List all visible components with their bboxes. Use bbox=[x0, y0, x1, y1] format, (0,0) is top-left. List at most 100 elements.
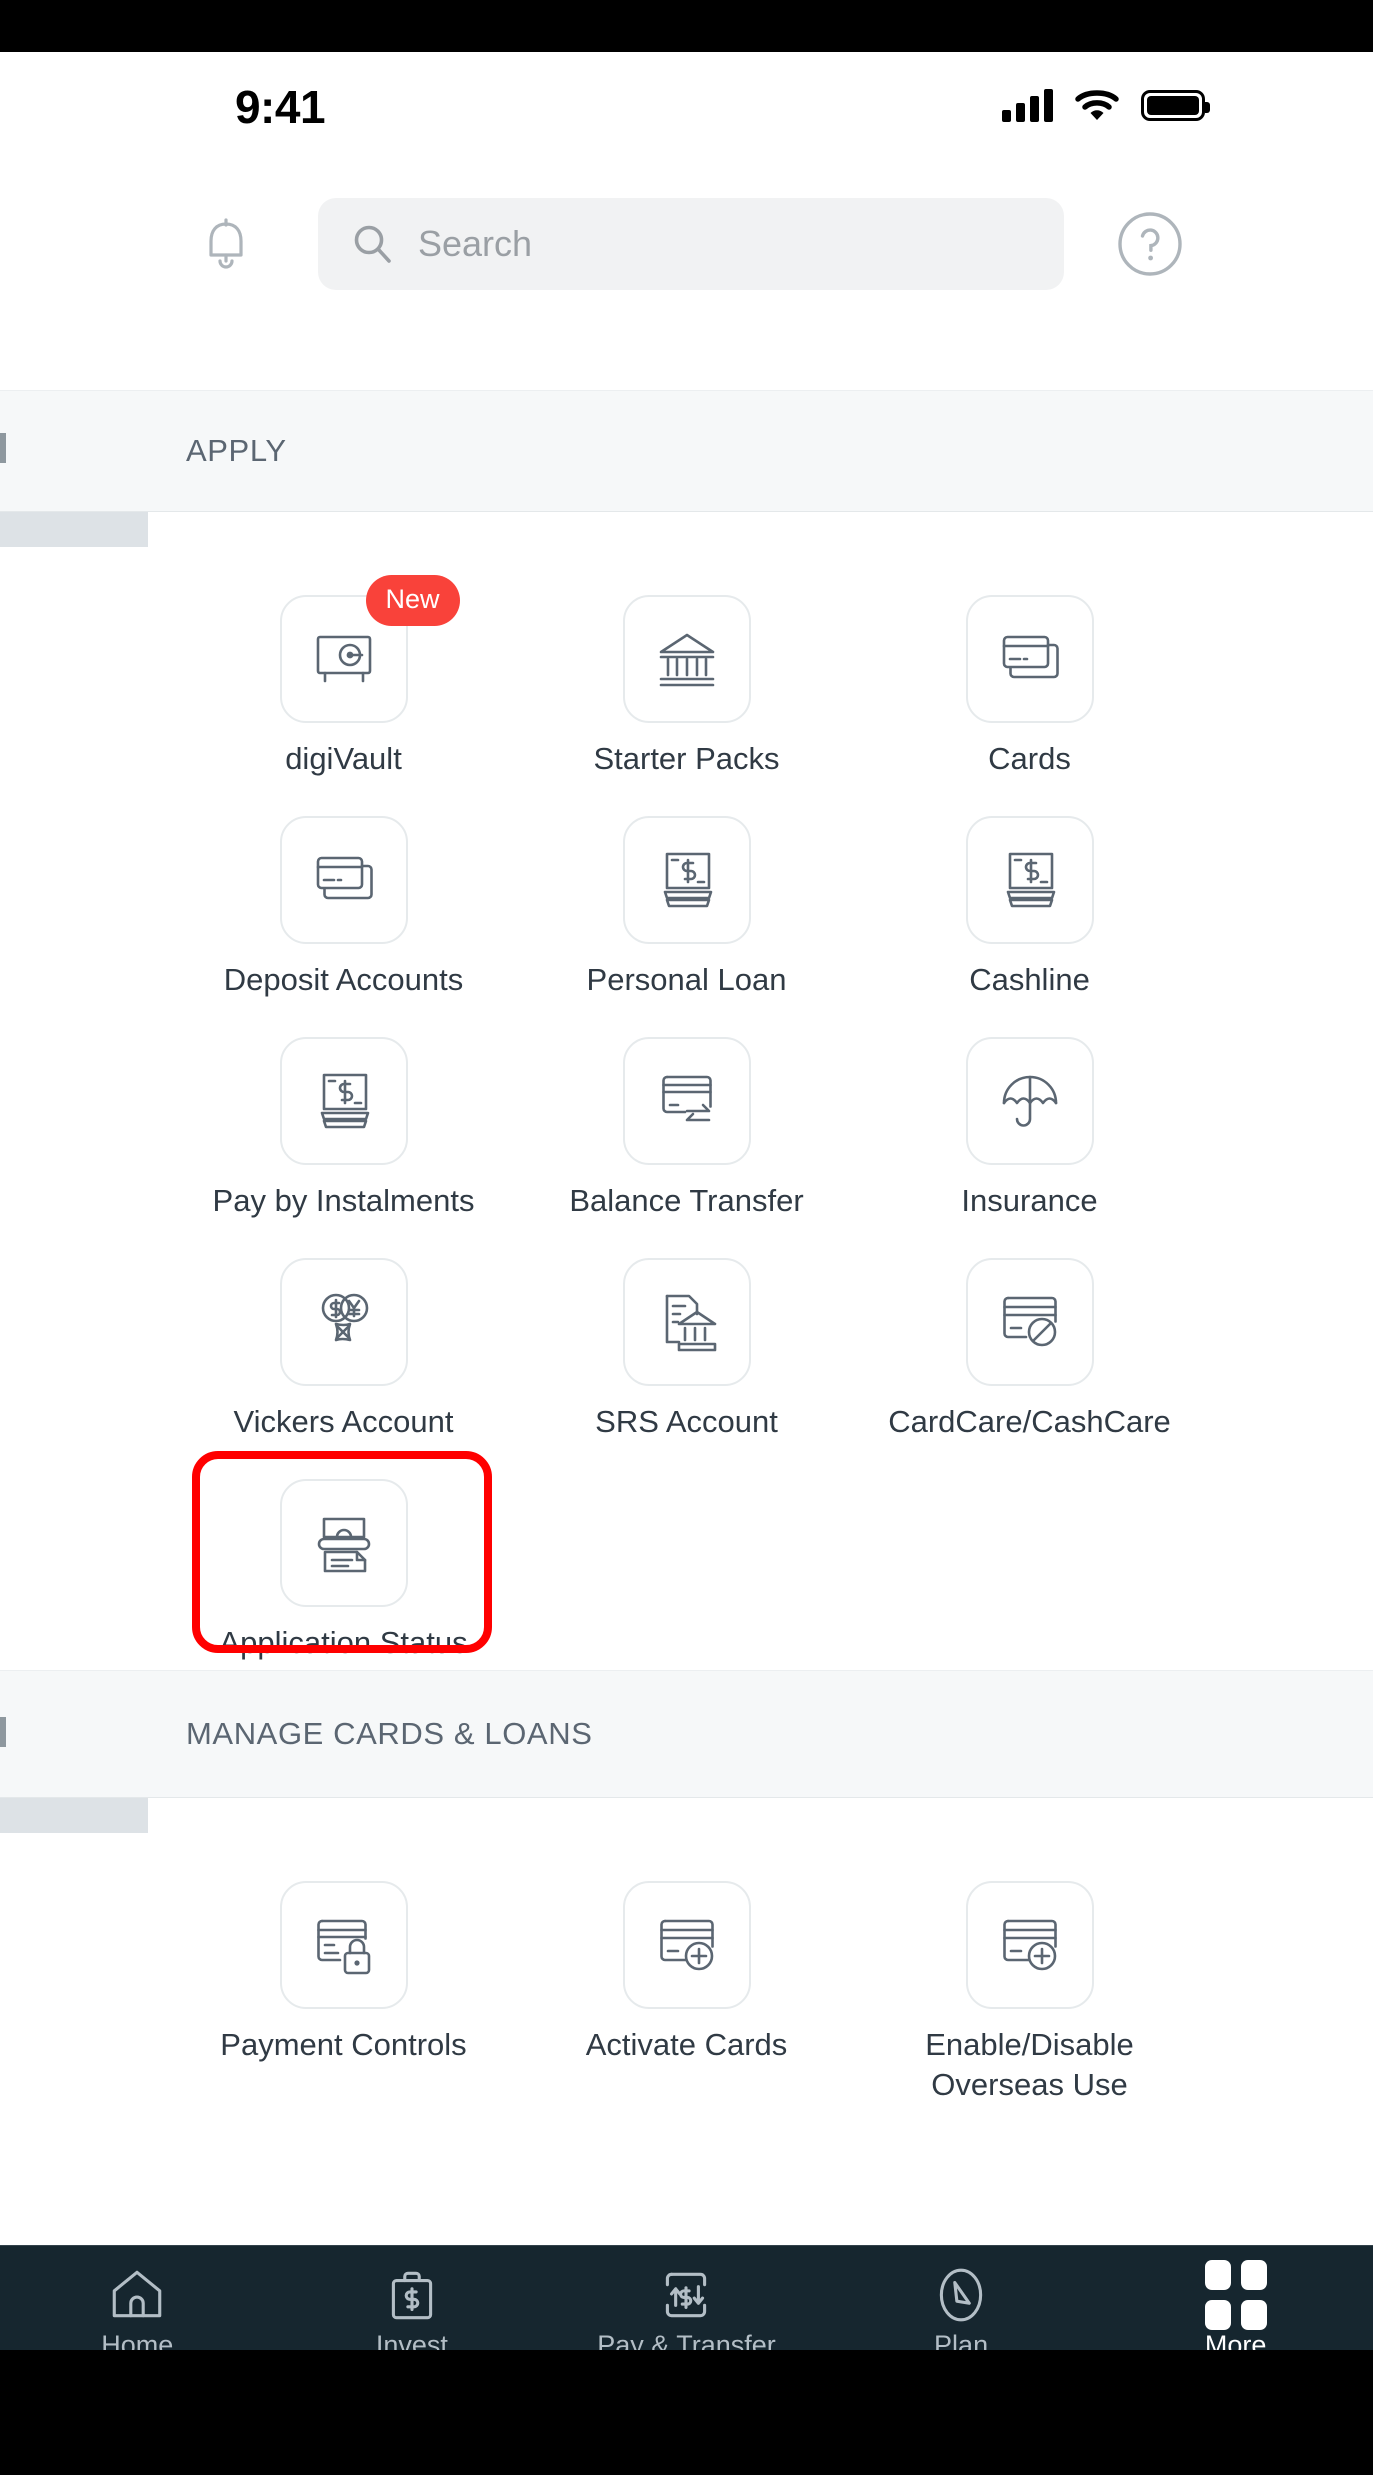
grid-item-label: Deposit Accounts bbox=[223, 961, 464, 997]
grid-item-cashline[interactable]: Cashline bbox=[858, 786, 1201, 1007]
grid-item-label: Cards bbox=[988, 741, 1071, 776]
grid-item-icon-tile[interactable] bbox=[965, 1880, 1094, 2009]
new-badge: New bbox=[365, 575, 460, 626]
bank-building-icon bbox=[659, 633, 714, 687]
section-title: APPLY bbox=[186, 433, 287, 468]
battery-full-icon bbox=[1141, 89, 1210, 121]
grid-row: Vickers Account SRS Account CardCare/CashC… bbox=[0, 1228, 1373, 1449]
grid-row: Deposit Accounts Personal Loan Cashline bbox=[0, 786, 1373, 1007]
section-grid-manage-cards-loans: Payment Controls Activate Cards Enable/Dis… bbox=[0, 1832, 1373, 2113]
help-button[interactable] bbox=[1112, 206, 1188, 282]
grid-item-label: digiVault bbox=[285, 741, 402, 776]
compass-arrow-icon bbox=[939, 2268, 983, 2322]
transfer-dollar-icon bbox=[666, 2272, 707, 2318]
nav-item-plan[interactable]: Plan bbox=[824, 2246, 1099, 2350]
nav-item-more[interactable]: More bbox=[1098, 2246, 1373, 2350]
compass-arrow-icon bbox=[930, 2264, 992, 2326]
nav-item-home[interactable]: Home bbox=[0, 2246, 275, 2350]
bell-icon bbox=[209, 218, 243, 269]
grid-item-icon-tile[interactable] bbox=[622, 815, 751, 944]
nav-item-label: Plan bbox=[934, 2330, 989, 2350]
grid-item-application-status[interactable]: Application Status bbox=[172, 1449, 515, 1670]
grid-four-squares-icon bbox=[1204, 2260, 1267, 2330]
grid-item-payment-controls[interactable]: Payment Controls bbox=[172, 1851, 515, 2113]
grid-item-label: Pay by Instalments bbox=[212, 1182, 475, 1218]
transfer-dollar-icon bbox=[655, 2264, 717, 2326]
help-circle-icon bbox=[1118, 212, 1182, 276]
nav-item-label: More bbox=[1204, 2330, 1267, 2350]
section-grid-apply: New digiVault Starter Packs Cards Deposit Ac… bbox=[0, 547, 1373, 1670]
edge-scroll-tick bbox=[0, 433, 6, 463]
app-header: Search bbox=[0, 160, 1373, 390]
notifications-bell-button[interactable] bbox=[190, 208, 262, 280]
home-icon bbox=[113, 2270, 162, 2318]
grid-item-label: Personal Loan bbox=[586, 961, 787, 997]
nav-item-invest[interactable]: Invest bbox=[275, 2246, 550, 2350]
umbrella-icon bbox=[1002, 1075, 1057, 1127]
grid-item-icon-tile[interactable] bbox=[622, 1257, 751, 1386]
edge-scroll-tick bbox=[0, 1716, 6, 1747]
grid-item-vickers-account[interactable]: Vickers Account bbox=[172, 1228, 515, 1449]
grid-item-label: Balance Transfer bbox=[569, 1182, 804, 1218]
card-plus-icon bbox=[1002, 1919, 1057, 1970]
grid-item-label: Application Status bbox=[219, 1624, 468, 1660]
grid-item-insurance[interactable]: Insurance bbox=[858, 1007, 1201, 1228]
device-bezel-top bbox=[0, 0, 1373, 52]
document-bank-icon bbox=[665, 1294, 716, 1352]
grid-item-icon-tile[interactable] bbox=[965, 595, 1094, 723]
grid-item-balance-transfer[interactable]: Balance Transfer bbox=[515, 1007, 858, 1228]
search-input-placeholder[interactable]: Search bbox=[418, 223, 532, 265]
grid-item-label: Starter Packs bbox=[593, 741, 780, 776]
nav-item-label: Invest bbox=[375, 2330, 448, 2350]
section-title: MANAGE CARDS & LOANS bbox=[186, 1715, 593, 1751]
home-icon bbox=[106, 2264, 168, 2326]
grid-item-cardcare-cashcare[interactable]: CardCare/CashCare bbox=[858, 1228, 1201, 1449]
grid-item-cards[interactable]: Cards bbox=[858, 565, 1201, 786]
grid-item-digivault[interactable]: New digiVault bbox=[172, 565, 515, 786]
grid-item-icon-tile[interactable] bbox=[965, 1257, 1094, 1386]
briefcase-dollar-icon bbox=[381, 2264, 443, 2326]
grid-item-activate-cards[interactable]: Activate Cards bbox=[515, 1851, 858, 2113]
nav-item-label: Pay & Transfer bbox=[597, 2330, 776, 2350]
status-bar-time: 9:41 bbox=[234, 81, 326, 133]
grid-item-icon-tile[interactable] bbox=[965, 1036, 1094, 1165]
grid-item-enable-disable-overseas-use[interactable]: Enable/Disable Overseas Use bbox=[858, 1851, 1201, 2113]
bottom-navigation-bar[interactable]: Home Invest Pay & Transfer Plan More bbox=[0, 2245, 1373, 2350]
grid-item-starter-packs[interactable]: Starter Packs bbox=[515, 565, 858, 786]
grid-item-label: Activate Cards bbox=[585, 2026, 788, 2062]
search-bar[interactable]: Search bbox=[318, 198, 1064, 290]
grid-item-label: Vickers Account bbox=[233, 1403, 454, 1439]
grid-item-icon-tile[interactable] bbox=[622, 595, 751, 723]
nav-item-pay-transfer[interactable]: Pay & Transfer bbox=[549, 2246, 824, 2350]
grid-item-icon-tile[interactable] bbox=[279, 1478, 408, 1607]
edge-scroll-strip bbox=[0, 512, 148, 547]
grid-item-label: Enable/Disable Overseas Use bbox=[925, 2026, 1134, 2103]
app-screen: 9:41 Search APPLY New digiVault Starter … bbox=[0, 52, 1373, 2350]
grid-item-label: Payment Controls bbox=[220, 2026, 467, 2062]
grid-row: Pay by Instalments Balance Transfer Insura… bbox=[0, 1007, 1373, 1228]
device-bezel-bottom bbox=[0, 2350, 1373, 2475]
scrollable-content[interactable]: APPLY New digiVault Starter Packs Cards Depos… bbox=[0, 390, 1373, 2245]
status-bar: 9:41 bbox=[0, 52, 1373, 160]
grid-row: New digiVault Starter Packs Cards bbox=[0, 565, 1373, 786]
grid-item-icon-tile[interactable] bbox=[622, 1036, 751, 1165]
grid-item-icon-tile[interactable] bbox=[965, 815, 1094, 944]
grid-item-srs-account[interactable]: SRS Account bbox=[515, 1228, 858, 1449]
card-blocked-icon bbox=[1002, 1296, 1057, 1347]
grid-item-icon-tile[interactable]: New bbox=[279, 575, 460, 723]
section-header-manage-cards-loans: MANAGE CARDS & LOANS bbox=[0, 1669, 1373, 1798]
grid-item-personal-loan[interactable]: Personal Loan bbox=[515, 786, 858, 1007]
credit-cards-stack-icon bbox=[316, 856, 373, 900]
signal-bars-icon bbox=[1002, 88, 1053, 122]
grid-item-pay-by-instalments[interactable]: Pay by Instalments bbox=[172, 1007, 515, 1228]
grid-item-icon-tile[interactable] bbox=[279, 1257, 408, 1386]
grid-item-icon-tile[interactable] bbox=[279, 1880, 408, 2009]
grid-item-icon-tile[interactable] bbox=[279, 815, 408, 944]
grid-item-deposit-accounts[interactable]: Deposit Accounts bbox=[172, 786, 515, 1007]
status-bar-icons bbox=[1002, 88, 1210, 122]
nav-item-label: Home bbox=[101, 2330, 174, 2350]
grid-item-icon-tile[interactable] bbox=[279, 1036, 408, 1165]
grid-row: Application Status bbox=[0, 1449, 1373, 1670]
grid-item-icon-tile[interactable] bbox=[622, 1880, 751, 2009]
cash-stack-dollar-icon bbox=[320, 1073, 369, 1129]
